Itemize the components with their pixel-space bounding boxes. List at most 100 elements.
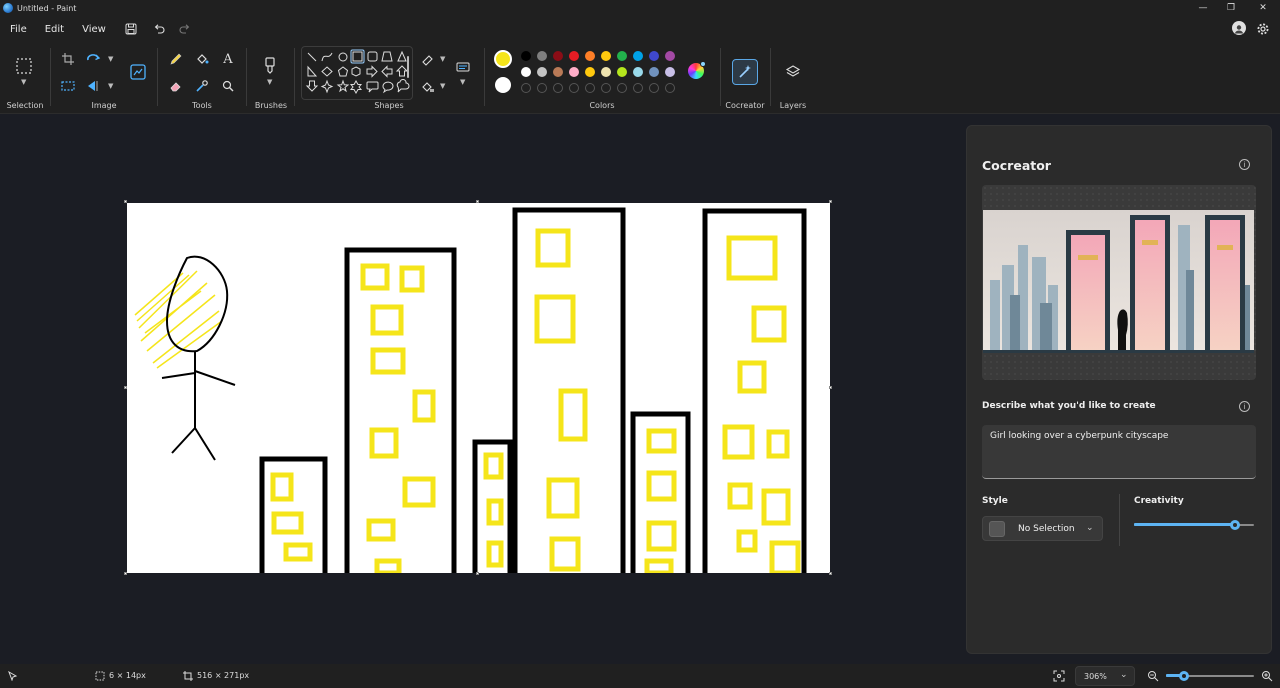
slider-thumb[interactable] bbox=[1229, 520, 1240, 530]
magnifier-button[interactable] bbox=[218, 76, 238, 96]
resize-handle-left[interactable] bbox=[124, 386, 127, 389]
color-picker-button[interactable] bbox=[192, 76, 212, 96]
custom-color-slot[interactable] bbox=[601, 83, 611, 93]
fit-to-window-button[interactable] bbox=[1053, 670, 1065, 682]
zoom-slider[interactable] bbox=[1166, 670, 1254, 682]
fill-chevron-icon[interactable]: ▼ bbox=[440, 82, 445, 90]
resize-handle-top-right[interactable] bbox=[829, 200, 832, 203]
custom-color-slot[interactable] bbox=[585, 83, 595, 93]
image-group: ▼ ▼ Image bbox=[52, 42, 156, 114]
palette-color-swatch[interactable] bbox=[569, 67, 579, 77]
image-resize-button[interactable] bbox=[128, 62, 148, 82]
palette-color-swatch[interactable] bbox=[601, 51, 611, 61]
custom-color-slot[interactable] bbox=[665, 83, 675, 93]
palette-color-swatch[interactable] bbox=[633, 51, 643, 61]
generated-image[interactable] bbox=[982, 185, 1256, 380]
palette-color-swatch[interactable] bbox=[585, 51, 595, 61]
palette-color-swatch[interactable] bbox=[521, 67, 531, 77]
zoom-out-button[interactable] bbox=[1147, 670, 1159, 682]
chevron-down-icon[interactable]: ▼ bbox=[21, 78, 26, 86]
resize-handle-bottom-right[interactable] bbox=[829, 572, 832, 575]
fill-button[interactable] bbox=[192, 49, 212, 69]
palette-color-swatch[interactable] bbox=[601, 67, 611, 77]
flip-button[interactable] bbox=[84, 76, 104, 96]
rectangle-shape-icon bbox=[352, 51, 363, 62]
select-tool-button[interactable] bbox=[14, 56, 34, 76]
stick-figure bbox=[134, 255, 236, 461]
shapes-gallery[interactable] bbox=[301, 46, 413, 100]
rotate-chevron-icon[interactable]: ▼ bbox=[108, 55, 113, 63]
style-dropdown[interactable]: No Selection ⌄ bbox=[982, 516, 1103, 541]
shapes-icons[interactable] bbox=[302, 47, 414, 101]
palette-color-swatch[interactable] bbox=[665, 67, 675, 77]
resize-handle-right[interactable] bbox=[829, 386, 832, 389]
custom-color-slot[interactable] bbox=[537, 83, 547, 93]
outline-button[interactable] bbox=[418, 49, 438, 69]
palette-color-swatch[interactable] bbox=[521, 51, 531, 61]
close-button[interactable]: ✕ bbox=[1246, 0, 1280, 16]
palette-color-swatch[interactable] bbox=[617, 67, 627, 77]
shapes-scrollbar[interactable] bbox=[407, 56, 409, 78]
brushes-chevron-icon[interactable]: ▼ bbox=[267, 78, 272, 86]
undo-button[interactable] bbox=[149, 19, 169, 39]
flip-chevron-icon[interactable]: ▼ bbox=[108, 82, 113, 90]
palette-color-swatch[interactable] bbox=[553, 67, 563, 77]
building-3 bbox=[472, 439, 513, 585]
settings-button[interactable] bbox=[1256, 21, 1272, 37]
palette-color-swatch[interactable] bbox=[553, 51, 563, 61]
image-effects-button[interactable] bbox=[58, 76, 78, 96]
shape-style-chevron-icon[interactable]: ▼ bbox=[460, 78, 465, 86]
cocreator-button[interactable] bbox=[732, 59, 758, 85]
custom-color-slot[interactable] bbox=[521, 83, 531, 93]
fill-shape-button[interactable] bbox=[418, 76, 438, 96]
resize-handle-top[interactable] bbox=[476, 200, 479, 203]
pencil-button[interactable] bbox=[166, 49, 186, 69]
zoom-in-button[interactable] bbox=[1261, 670, 1273, 682]
resize-handle-bottom-left[interactable] bbox=[124, 572, 127, 575]
redo-button[interactable] bbox=[175, 19, 195, 39]
custom-color-slot[interactable] bbox=[553, 83, 563, 93]
cocreator-info-button[interactable]: i bbox=[1239, 159, 1250, 170]
account-button[interactable] bbox=[1232, 21, 1246, 35]
zoom-slider-thumb[interactable] bbox=[1178, 671, 1189, 681]
selection-label: Selection bbox=[6, 101, 44, 110]
palette-color-swatch[interactable] bbox=[633, 67, 643, 77]
secondary-color-swatch[interactable] bbox=[495, 77, 511, 93]
creativity-slider[interactable] bbox=[1134, 519, 1254, 531]
brushes-button[interactable] bbox=[260, 56, 280, 76]
menu-file[interactable]: File bbox=[0, 24, 36, 35]
outline-chevron-icon[interactable]: ▼ bbox=[440, 55, 445, 63]
text-icon: A bbox=[223, 51, 233, 67]
prompt-info-button[interactable]: i bbox=[1239, 401, 1250, 412]
custom-color-slot[interactable] bbox=[633, 83, 643, 93]
palette-color-swatch[interactable] bbox=[537, 51, 547, 61]
maximize-button[interactable]: ❐ bbox=[1214, 0, 1248, 16]
layers-button[interactable] bbox=[783, 62, 803, 82]
menu-edit[interactable]: Edit bbox=[36, 24, 73, 35]
resize-handle-bottom[interactable] bbox=[476, 572, 479, 575]
text-button[interactable]: A bbox=[218, 49, 238, 69]
palette-color-swatch[interactable] bbox=[649, 51, 659, 61]
crop-button[interactable] bbox=[58, 49, 78, 69]
menu-view[interactable]: View bbox=[73, 24, 115, 35]
shape-style-button[interactable] bbox=[453, 57, 473, 77]
palette-color-swatch[interactable] bbox=[665, 51, 675, 61]
drawing-canvas[interactable] bbox=[127, 203, 830, 585]
palette-color-swatch[interactable] bbox=[537, 67, 547, 77]
zoom-dropdown[interactable]: 306% ⌄ bbox=[1075, 666, 1135, 686]
resize-handle-top-left[interactable] bbox=[124, 200, 127, 203]
custom-color-slot[interactable] bbox=[649, 83, 659, 93]
palette-color-swatch[interactable] bbox=[617, 51, 627, 61]
custom-color-slot[interactable] bbox=[569, 83, 579, 93]
palette-color-swatch[interactable] bbox=[649, 67, 659, 77]
prompt-input[interactable]: Girl looking over a cyberpunk cityscape bbox=[982, 425, 1256, 479]
shapes-group: ▼ ▼ ▼ Shapes bbox=[298, 42, 480, 114]
save-button[interactable] bbox=[121, 19, 141, 39]
eraser-button[interactable] bbox=[166, 76, 186, 96]
primary-color-swatch[interactable] bbox=[494, 50, 512, 68]
edit-colors-button[interactable] bbox=[688, 61, 706, 79]
custom-color-slot[interactable] bbox=[617, 83, 627, 93]
palette-color-swatch[interactable] bbox=[569, 51, 579, 61]
rotate-button[interactable] bbox=[84, 49, 104, 69]
palette-color-swatch[interactable] bbox=[585, 67, 595, 77]
